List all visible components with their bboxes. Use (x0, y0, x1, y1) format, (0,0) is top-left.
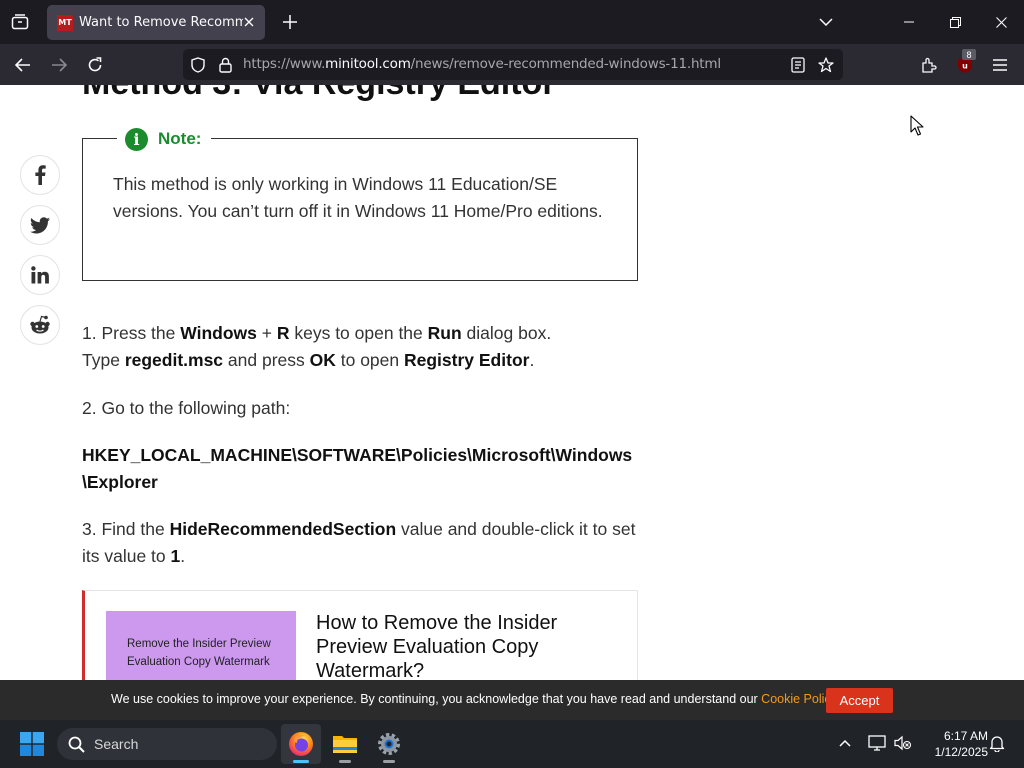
active-tab[interactable]: MT Want to Remove Recommended (47, 5, 265, 40)
file-explorer-icon[interactable] (325, 724, 365, 764)
browser-nav-bar: https://www.minitool.com/news/remove-rec… (0, 44, 1024, 85)
info-icon: i (125, 127, 148, 151)
window-minimize-icon[interactable] (886, 0, 932, 44)
note-header: i Note: (117, 126, 212, 152)
related-article-card[interactable]: Remove the Insider Preview Evaluation Co… (82, 590, 638, 680)
step-3-text: 3. Find the HideRecommendedSection value… (82, 519, 636, 566)
ublock-count-badge: 8 (962, 49, 976, 60)
window-restore-icon[interactable] (932, 0, 978, 44)
ublock-origin-icon[interactable]: u 8 (950, 49, 980, 80)
svg-text:u: u (962, 62, 968, 71)
lock-icon[interactable] (216, 55, 234, 75)
web-page: Method 3: Via Registry Editor i Note: Th… (0, 85, 1024, 680)
windows-taskbar: Search 6:17 AM 1/12/2025 (0, 720, 1024, 768)
running-app-indicator (339, 760, 351, 763)
clock-date: 1/12/2025 (934, 745, 988, 759)
new-tab-plus-icon[interactable] (276, 8, 304, 36)
clock-time: 6:17 AM (943, 729, 988, 743)
settings-icon[interactable] (369, 724, 409, 764)
section-heading-partial: Method 3: Via Registry Editor (82, 85, 556, 103)
system-clock[interactable]: 6:17 AM 1/12/2025 (918, 728, 988, 760)
accept-cookies-button[interactable]: Accept (826, 688, 893, 713)
tab-overflow-chevron-icon[interactable] (812, 8, 840, 36)
network-icon[interactable] (866, 732, 888, 754)
facebook-icon[interactable] (20, 155, 60, 195)
taskbar-search-box[interactable]: Search (57, 728, 277, 760)
url-host: minitool.com (325, 56, 411, 72)
search-label: Search (94, 736, 139, 752)
windows-start-icon[interactable] (14, 728, 50, 760)
back-arrow-icon[interactable] (8, 50, 38, 80)
browser-tab-bar: MT Want to Remove Recommended (0, 0, 1024, 44)
firefox-icon[interactable] (281, 724, 321, 764)
cookie-message: We use cookies to improve your experienc… (111, 692, 839, 706)
note-box: i Note: This method is only working in W… (82, 126, 638, 281)
volume-muted-icon[interactable] (892, 732, 914, 754)
related-article-thumbnail[interactable]: Remove the Insider Preview Evaluation Co… (106, 611, 296, 680)
step-1-text: 1. Press the Windows + R keys to open th… (82, 323, 552, 370)
url-prefix: https://www. (243, 56, 326, 72)
tab-list-icon[interactable] (6, 8, 34, 36)
active-app-indicator (293, 760, 309, 763)
url-text[interactable]: https://www.minitool.com/news/remove-rec… (243, 56, 721, 72)
note-label: Note: (158, 129, 202, 148)
show-hidden-icons-chevron-icon[interactable] (834, 732, 856, 754)
cookie-policy-link[interactable]: Cookie Policy (761, 692, 836, 706)
related-article-title[interactable]: How to Remove the Insider Preview Evalua… (316, 611, 606, 680)
address-bar[interactable]: https://www.minitool.com/news/remove-rec… (183, 49, 843, 80)
thumbnail-caption: Remove the Insider Preview Evaluation Co… (127, 638, 271, 668)
window-close-icon[interactable] (978, 0, 1024, 44)
notification-bell-icon[interactable] (986, 732, 1008, 754)
running-app-indicator (383, 760, 395, 763)
reader-view-icon[interactable] (788, 55, 808, 75)
note-text: This method is only working in Windows 1… (113, 174, 603, 221)
extensions-puzzle-icon[interactable] (914, 50, 944, 80)
reload-icon[interactable] (80, 50, 110, 80)
twitter-icon[interactable] (20, 205, 60, 245)
hamburger-menu-icon[interactable] (985, 50, 1015, 80)
bookmark-star-icon[interactable] (816, 55, 836, 75)
forward-arrow-icon[interactable] (44, 50, 74, 80)
mouse-cursor-icon (910, 115, 924, 136)
cookie-consent-bar: We use cookies to improve your experienc… (0, 680, 1024, 720)
registry-path: HKEY_LOCAL_MACHINE\SOFTWARE\Policies\Mic… (82, 445, 633, 492)
url-path: /news/remove-recommended-windows-11.html (410, 56, 721, 72)
step-2-text: 2. Go to the following path: (82, 398, 291, 418)
minitool-favicon-icon: MT (57, 14, 73, 31)
tab-close-icon[interactable] (241, 14, 257, 30)
tab-title: Want to Remove Recommended (79, 15, 243, 30)
search-icon (67, 735, 85, 753)
reddit-icon[interactable] (20, 305, 60, 345)
linkedin-icon[interactable] (20, 255, 60, 295)
tracking-protection-shield-icon[interactable] (188, 55, 208, 75)
